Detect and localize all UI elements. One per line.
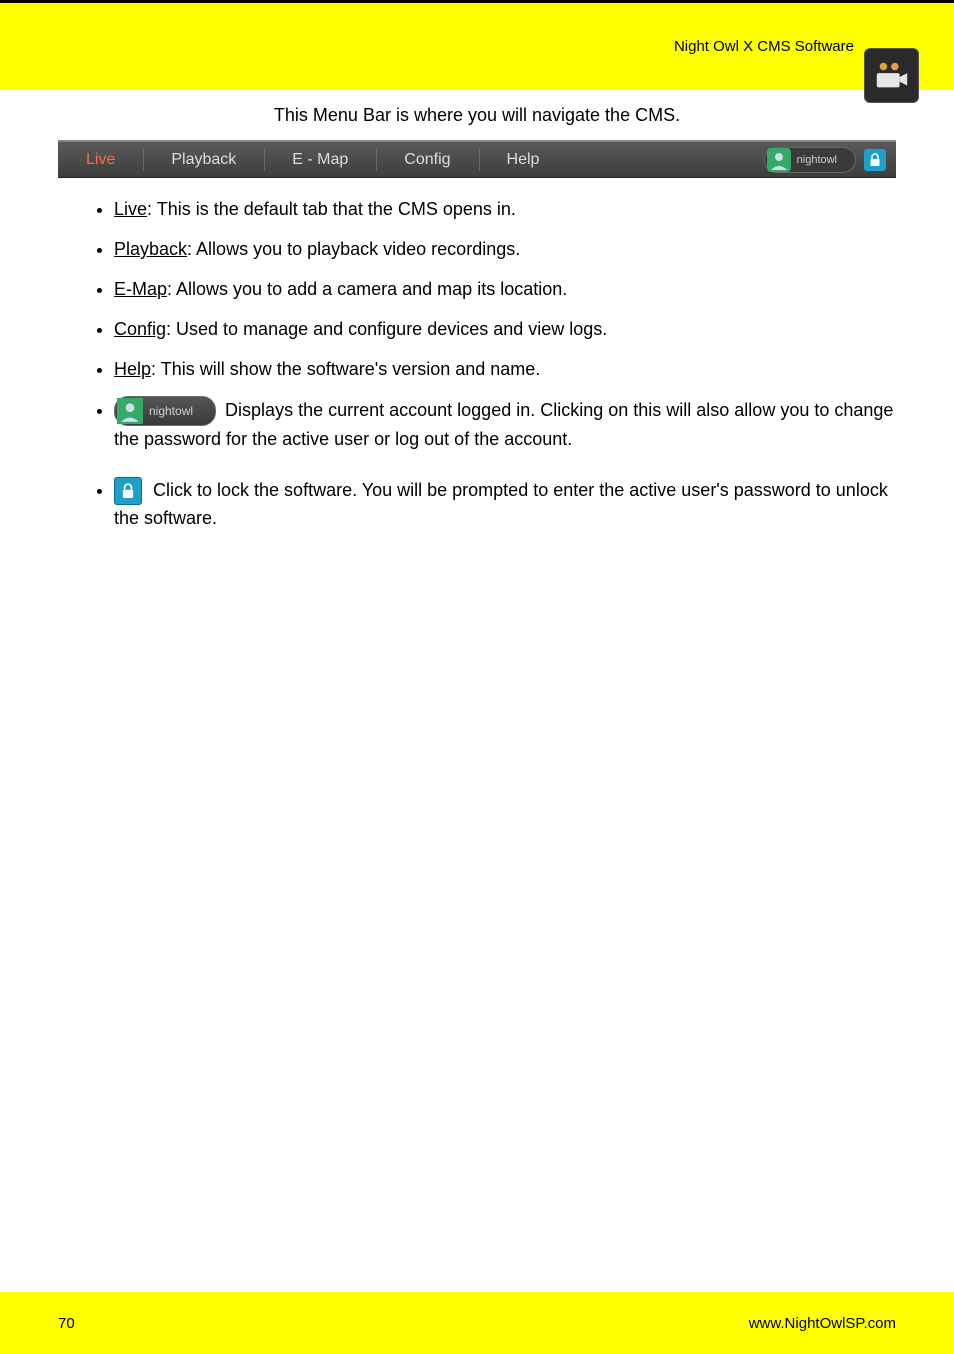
footer-band: 70 www.NightOwlSP.com: [0, 1292, 954, 1354]
item-label: Playback: [114, 239, 187, 259]
lock-icon[interactable]: [114, 477, 142, 505]
username-label: nightowl: [149, 403, 215, 420]
tab-playback[interactable]: Playback: [143, 142, 264, 177]
user-account-chip[interactable]: nightowl: [114, 396, 216, 426]
lock-icon[interactable]: [864, 149, 886, 171]
list-item-live: Live: This is the default tab that the C…: [114, 196, 896, 222]
list-item-lock: Click to lock the software. You will be …: [114, 477, 896, 531]
list-item-playback: Playback: Allows you to playback video r…: [114, 236, 896, 262]
list-item-help: Help: This will show the software's vers…: [114, 356, 896, 382]
list-item-user: nightowl Displays the current account lo…: [114, 396, 896, 452]
item-desc: : Allows you to add a camera and map its…: [167, 279, 567, 299]
header-title: Night Owl X CMS Software: [674, 38, 854, 55]
tab-help[interactable]: Help: [479, 142, 568, 177]
intro-text: This Menu Bar is where you will navigate…: [58, 105, 896, 126]
avatar-icon: [767, 148, 791, 172]
item-label: Help: [114, 359, 151, 379]
tab-emap[interactable]: E - Map: [264, 142, 376, 177]
item-label: Live: [114, 199, 147, 219]
header-band: Night Owl X CMS Software: [0, 0, 954, 90]
item-desc: Click to lock the software. You will be …: [114, 480, 888, 528]
item-desc: : Used to manage and configure devices a…: [166, 319, 607, 339]
item-label: Config: [114, 319, 166, 339]
camera-app-icon: [864, 48, 919, 103]
description-list: Live: This is the default tab that the C…: [58, 178, 896, 531]
user-account-pill[interactable]: nightowl: [764, 147, 856, 173]
avatar-icon: [117, 398, 143, 424]
software-menubar: Live Playback E - Map Config Help nighto…: [58, 140, 896, 178]
footer-url: www.NightOwlSP.com: [749, 1315, 896, 1332]
username-label: nightowl: [797, 154, 855, 166]
page-number: 70: [58, 1315, 75, 1332]
list-item-config: Config: Used to manage and configure dev…: [114, 316, 896, 342]
tab-live[interactable]: Live: [58, 142, 143, 177]
item-desc: : Allows you to playback video recording…: [187, 239, 520, 259]
list-item-emap: E-Map: Allows you to add a camera and ma…: [114, 276, 896, 302]
item-desc: : This is the default tab that the CMS o…: [147, 199, 516, 219]
item-desc: Displays the current account logged in. …: [114, 400, 893, 449]
item-desc: : This will show the software's version …: [151, 359, 540, 379]
item-label: E-Map: [114, 279, 167, 299]
tab-config[interactable]: Config: [376, 142, 478, 177]
